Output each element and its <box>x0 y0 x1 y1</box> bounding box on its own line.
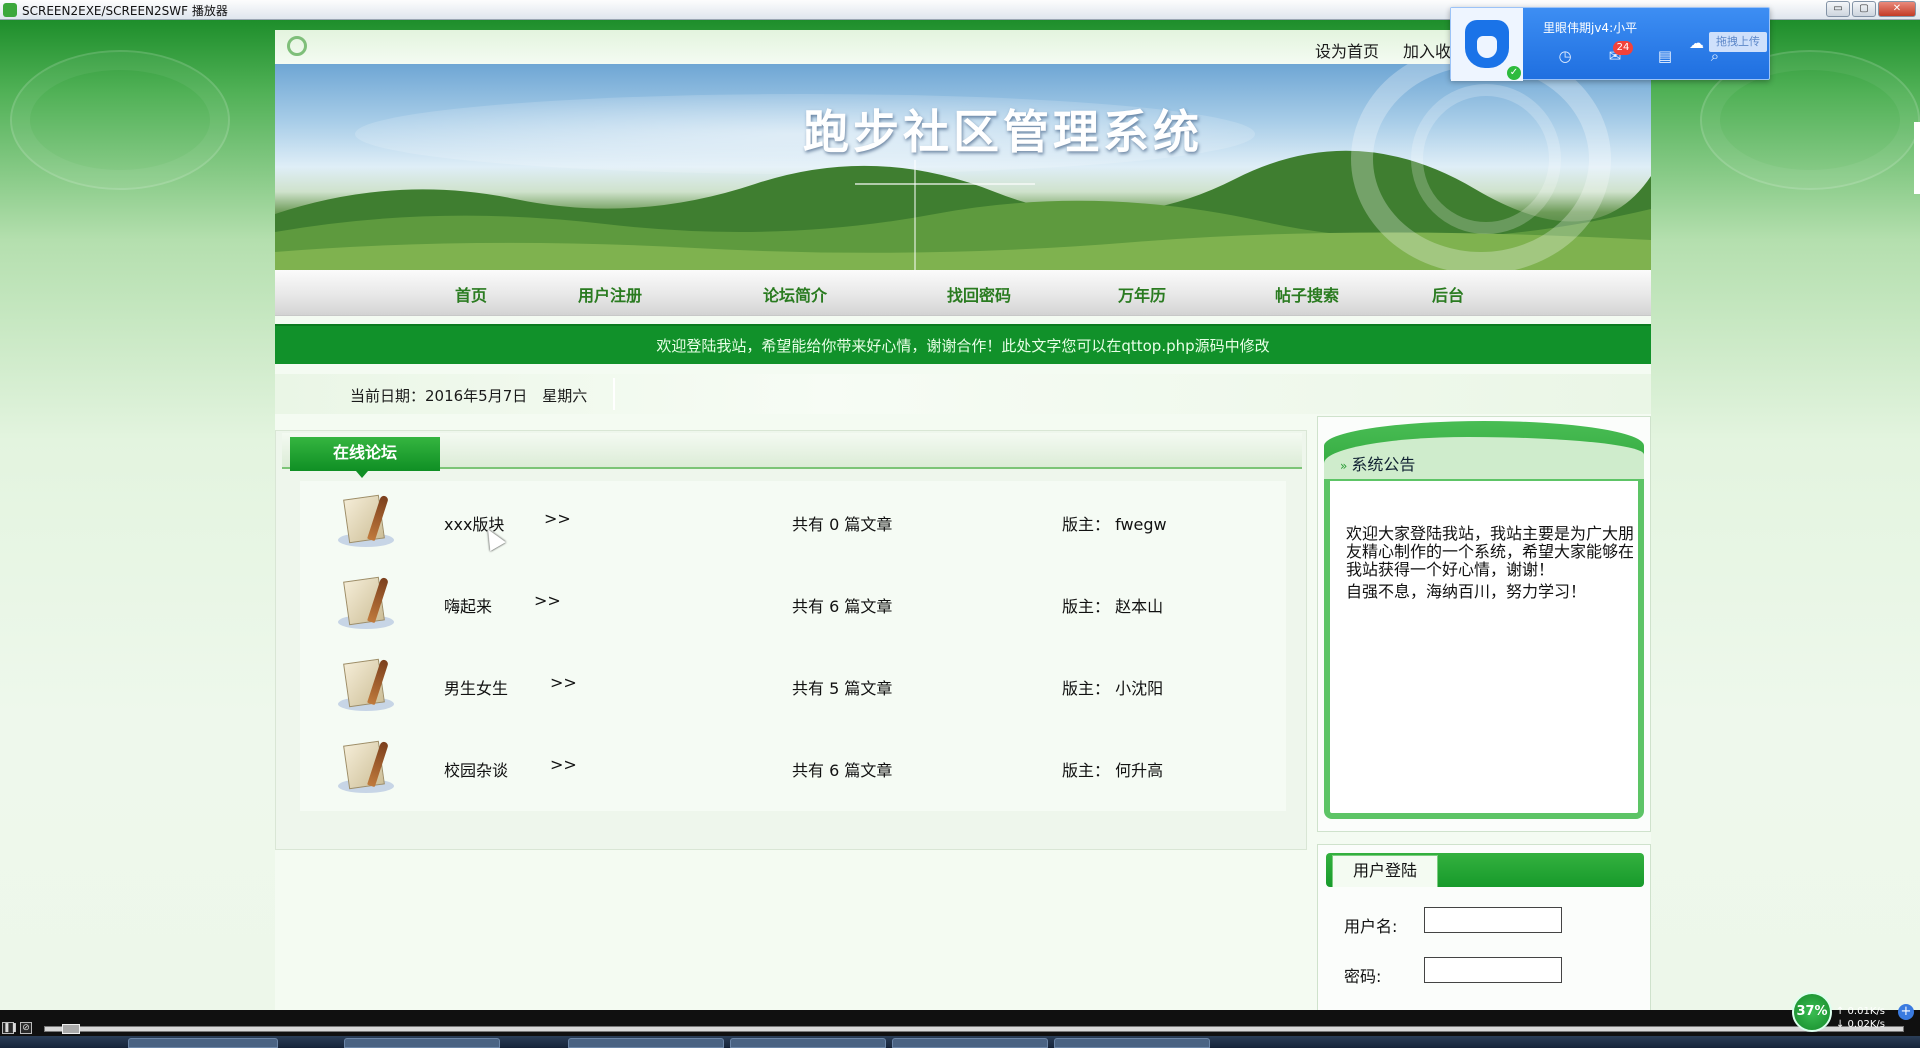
website: 设为首页 加入收 跑步社区管理系统 首页 用户注册 论坛简介 找回密码 万年历 … <box>275 30 1651 1040</box>
announcement-motto: 自强不息，海纳百川，努力学习！ <box>1346 582 1587 601</box>
scroll-quill-icon <box>338 493 394 551</box>
seek-thumb[interactable] <box>62 1024 80 1034</box>
site-title: 跑步社区管理系统 <box>803 105 1203 159</box>
announcement-frame: 欢迎大家登陆我站，我站主要是为广大朋友精心制作的一个系统，希望大家能够在我站获得… <box>1324 479 1644 819</box>
board-arrow[interactable]: >> <box>550 673 577 692</box>
app-icon <box>3 3 17 17</box>
moderator: 版主： 赵本山 <box>1062 597 1164 616</box>
taskbar-item[interactable] <box>892 1038 1048 1048</box>
board-link[interactable]: 嗨起来 <box>444 593 492 617</box>
board-arrow[interactable]: >> <box>544 509 571 528</box>
board-arrow[interactable]: >> <box>550 755 577 774</box>
top-links-bar: 设为首页 加入收 <box>275 30 1651 64</box>
forum-panel: 在线论坛 xxx版块 >> 共有 0 篇文章 版主： fwegw 嗨起来 >> … <box>275 430 1307 850</box>
magnifier-icon <box>287 36 307 56</box>
memory-percent[interactable]: 37% <box>1792 992 1832 1032</box>
scroll-quill-icon <box>338 575 394 633</box>
nav-post-search[interactable]: 帖子搜索 <box>1275 282 1339 306</box>
upload-speed: ↑ 0.01K/s <box>1836 1006 1885 1017</box>
download-speed: ↓ 0.02K/s <box>1836 1019 1885 1030</box>
forum-tab[interactable]: 在线论坛 <box>290 437 440 478</box>
forum-header: 在线论坛 <box>282 433 1302 478</box>
moderator: 版主： 何升高 <box>1062 761 1164 780</box>
pause-icon[interactable]: ❚❚ <box>2 1022 18 1034</box>
taskbar-item[interactable] <box>128 1038 278 1048</box>
plus-icon[interactable]: + <box>1898 1004 1914 1020</box>
moderator: 版主： fwegw <box>1062 515 1167 534</box>
username-input[interactable] <box>1424 907 1562 933</box>
password-input[interactable] <box>1424 957 1562 983</box>
scroll-quill-icon <box>338 739 394 797</box>
post-count: 共有 6 篇文章 <box>792 761 893 780</box>
clock-icon[interactable]: ◷ <box>1555 48 1575 64</box>
os-taskbar <box>0 1036 1920 1048</box>
welcome-marquee: 欢迎登陆我站，希望能给你带来好心情，谢谢合作！此处文字您可以在qttop.php… <box>275 324 1651 364</box>
current-date: 当前日期：2016年5月7日 星期六 <box>350 387 588 405</box>
forum-row: 男生女生 >> 共有 5 篇文章 版主： 小沈阳 <box>300 645 1286 727</box>
nav-home[interactable]: 首页 <box>455 282 487 306</box>
player-controls: ❚❚ ⊘ <box>0 1010 1920 1036</box>
taskbar-item[interactable] <box>1054 1038 1210 1048</box>
minimize-button[interactable]: ▭ <box>1826 1 1850 17</box>
drag-upload-button[interactable]: 拖拽上传 <box>1709 32 1767 52</box>
nav-forum-intro[interactable]: 论坛简介 <box>763 282 827 306</box>
stop-icon[interactable]: ⊘ <box>20 1022 32 1034</box>
cloud-icon: ☁ <box>1689 34 1704 52</box>
post-count: 共有 0 篇文章 <box>792 515 893 534</box>
post-count: 共有 5 篇文章 <box>792 679 893 698</box>
taskbar-item[interactable] <box>568 1038 724 1048</box>
announcement-title: » 系统公告 <box>1340 455 1416 474</box>
user-avatar[interactable]: ✓ <box>1451 8 1523 81</box>
username-label: 用户名: <box>1344 917 1398 936</box>
password-label: 密码: <box>1344 967 1382 986</box>
announcement-text: 欢迎大家登陆我站，我站主要是为广大朋友精心制作的一个系统，希望大家能够在我站获得… <box>1346 524 1635 579</box>
moderator: 版主： 小沈阳 <box>1062 679 1164 698</box>
forum-row: xxx版块 >> 共有 0 篇文章 版主： fwegw <box>300 481 1286 563</box>
mail-badge: 24 <box>1613 41 1633 55</box>
double-chevron-icon: » <box>1340 459 1348 473</box>
main-nav: 首页 用户注册 论坛简介 找回密码 万年历 帖子搜索 后台 <box>275 270 1651 316</box>
taskbar-item[interactable] <box>344 1038 500 1048</box>
site-banner: 跑步社区管理系统 <box>275 64 1651 270</box>
board-link[interactable]: 男生女生 <box>444 675 508 699</box>
nav-register[interactable]: 用户注册 <box>578 282 642 306</box>
left-ornament <box>10 50 230 190</box>
popup-username: 里眼伟期jv4:小平 <box>1543 21 1638 35</box>
maximize-button[interactable]: ▢ <box>1852 1 1876 17</box>
scroll-quill-icon <box>338 657 394 715</box>
board-arrow[interactable]: >> <box>534 591 561 610</box>
board-link[interactable]: 校园杂谈 <box>444 757 508 781</box>
forum-row: 校园杂谈 >> 共有 6 篇文章 版主： 何升高 <box>300 727 1286 809</box>
check-icon: ✓ <box>1507 66 1521 80</box>
calendar-icon[interactable]: ▤ <box>1655 48 1675 64</box>
taskbar-item[interactable] <box>730 1038 886 1048</box>
date-bar: 当前日期：2016年5月7日 星期六 <box>275 374 1651 414</box>
cow-logo-icon <box>1465 20 1509 68</box>
window-controls: ▭ ▢ ✕ <box>1826 1 1916 17</box>
date-divider <box>613 378 615 410</box>
side-scroll-indicator <box>1914 122 1920 194</box>
forum-row: 嗨起来 >> 共有 6 篇文章 版主： 赵本山 <box>300 563 1286 645</box>
announcement-panel: » 系统公告 欢迎大家登陆我站，我站主要是为广大朋友精心制作的一个系统，希望大家能… <box>1317 416 1651 832</box>
cloud-popup: ✓ 里眼伟期jv4:小平 ◷ ✉ 24 ▤ ⌕ ☁ 拖拽上传 <box>1450 7 1770 81</box>
nav-admin[interactable]: 后台 <box>1432 282 1464 306</box>
post-count: 共有 6 篇文章 <box>792 597 893 616</box>
seek-track[interactable] <box>44 1026 1904 1032</box>
nav-calendar[interactable]: 万年历 <box>1118 282 1166 306</box>
add-favorite-link[interactable]: 加入收 <box>1403 38 1451 62</box>
player-title: SCREEN2EXE/SCREEN2SWF 播放器 <box>22 4 228 18</box>
forum-list: xxx版块 >> 共有 0 篇文章 版主： fwegw 嗨起来 >> 共有 6 … <box>300 481 1286 811</box>
close-button[interactable]: ✕ <box>1878 1 1916 17</box>
login-title: 用户登陆 <box>1332 855 1438 887</box>
network-monitor: 37% ↑ 0.01K/s ↓ 0.02K/s + <box>1792 990 1920 1032</box>
nav-recover-password[interactable]: 找回密码 <box>947 282 1011 306</box>
set-homepage-link[interactable]: 设为首页 <box>1315 38 1379 62</box>
